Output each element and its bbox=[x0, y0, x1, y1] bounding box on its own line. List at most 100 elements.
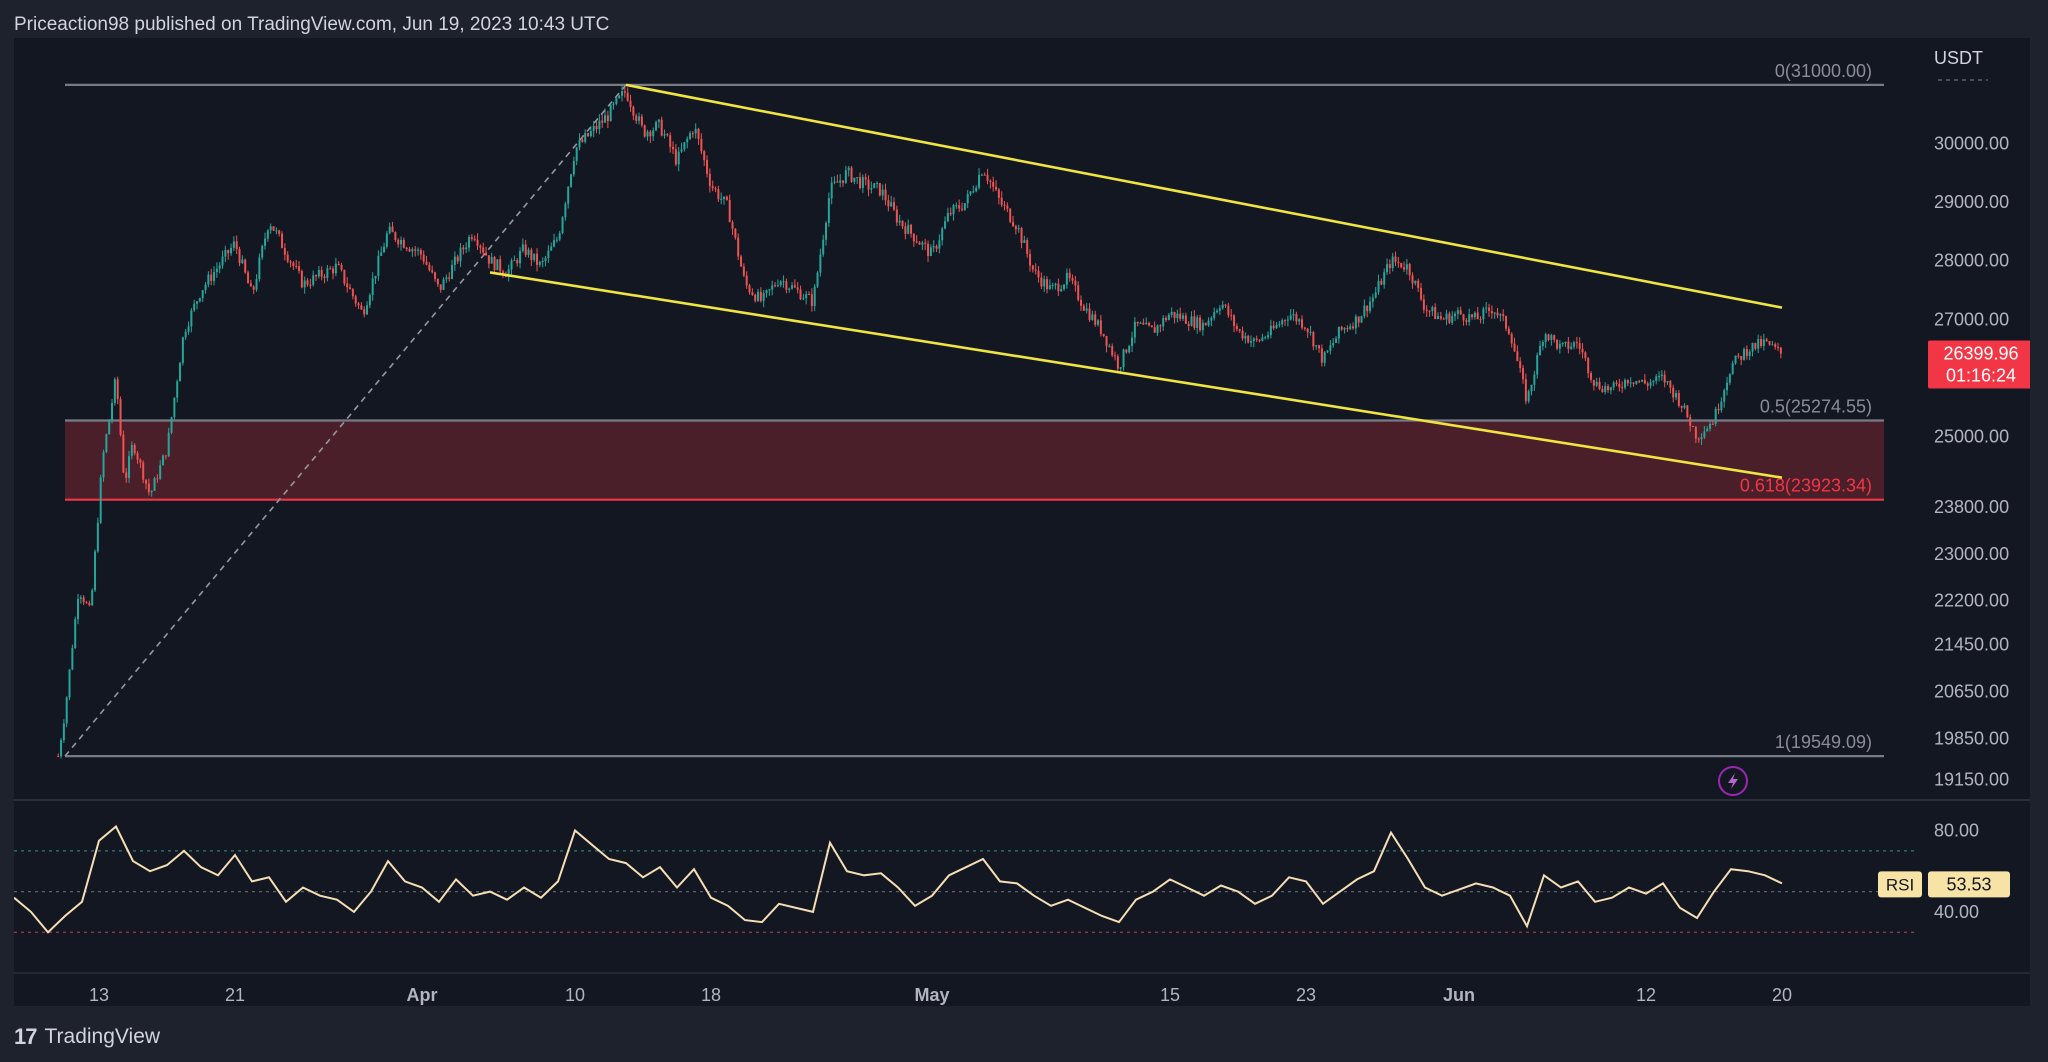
lightning-icon[interactable] bbox=[1718, 766, 1748, 796]
candle-body bbox=[133, 445, 136, 454]
candle-body bbox=[870, 188, 873, 190]
candle-body bbox=[983, 174, 986, 176]
candle-body bbox=[269, 226, 272, 231]
candle-body bbox=[295, 266, 298, 268]
candle-body bbox=[1363, 305, 1366, 317]
candle-body bbox=[142, 462, 145, 480]
candle-body bbox=[842, 180, 845, 183]
candle-body bbox=[1711, 423, 1714, 425]
chart-area[interactable]: 0(31000.00) 0.5(25274.55) 0.618(23923.34) 1… bbox=[13, 38, 2034, 1006]
candle-body bbox=[1091, 314, 1094, 320]
candle-body bbox=[196, 301, 199, 304]
candle-body bbox=[813, 286, 816, 307]
candle-body bbox=[1584, 352, 1587, 359]
candle-body bbox=[1306, 328, 1309, 333]
tradingview-logo-icon: 17 bbox=[14, 1024, 38, 1049]
candle-body bbox=[1182, 315, 1185, 319]
candle-body bbox=[315, 275, 318, 277]
candle-body bbox=[657, 119, 660, 122]
candle-body bbox=[1714, 408, 1717, 425]
candle-body bbox=[213, 272, 216, 281]
candle-body bbox=[1403, 267, 1406, 270]
candle-body bbox=[1153, 327, 1156, 333]
candle-body bbox=[723, 196, 726, 200]
candle-body bbox=[1071, 278, 1074, 281]
candle-body bbox=[830, 182, 833, 199]
chart-svg[interactable]: 0(31000.00) 0.5(25274.55) 0.618(23923.34) 1… bbox=[13, 38, 2034, 1006]
candle-body bbox=[1380, 280, 1383, 285]
candle-body bbox=[1357, 316, 1360, 323]
candle-body bbox=[612, 103, 615, 105]
candle-body bbox=[439, 284, 442, 290]
candle-body bbox=[329, 268, 332, 270]
candle-body bbox=[1777, 347, 1780, 349]
candle-body bbox=[232, 241, 235, 248]
candle-body bbox=[584, 133, 587, 142]
brand-name: TradingView bbox=[44, 1025, 161, 1048]
candle-body bbox=[527, 249, 530, 256]
rsi-name: RSI bbox=[1886, 875, 1914, 894]
candle-body bbox=[162, 455, 165, 466]
candle-body bbox=[924, 242, 927, 244]
candle-body bbox=[1170, 311, 1173, 315]
price-axis-tick: 19150.00 bbox=[1934, 769, 2009, 789]
candle-body bbox=[757, 291, 760, 301]
price-axis-tick: 22200.00 bbox=[1934, 591, 2009, 611]
candle-body bbox=[592, 125, 595, 132]
candle-body bbox=[130, 445, 133, 457]
candle-body bbox=[1133, 321, 1136, 338]
candle-body bbox=[1459, 310, 1462, 315]
candle-body bbox=[649, 131, 652, 137]
candle-body bbox=[547, 250, 550, 258]
support-zone bbox=[65, 420, 1884, 500]
footer: 17 TradingView bbox=[14, 1022, 160, 1052]
candle-body bbox=[516, 260, 519, 264]
candle-body bbox=[275, 230, 278, 232]
candle-body bbox=[850, 167, 853, 182]
candle-body bbox=[1255, 338, 1258, 340]
candle-body bbox=[1561, 343, 1564, 345]
candle-body bbox=[181, 337, 184, 363]
candle-body bbox=[306, 280, 309, 285]
candle-body bbox=[742, 266, 745, 276]
candle-body bbox=[82, 597, 85, 603]
candle-body bbox=[261, 245, 264, 258]
candle-body bbox=[1425, 309, 1428, 311]
candle-body bbox=[623, 91, 626, 93]
candle-body bbox=[700, 138, 703, 152]
candle-body bbox=[116, 379, 119, 400]
candle-body bbox=[1034, 269, 1037, 271]
candle-body bbox=[1646, 383, 1649, 386]
candle-body bbox=[247, 272, 250, 284]
candle-body bbox=[204, 284, 207, 291]
candle-body bbox=[343, 269, 346, 284]
candle-body bbox=[252, 286, 255, 290]
candle-body bbox=[380, 252, 383, 256]
candle-body bbox=[626, 92, 629, 101]
candle-body bbox=[1006, 205, 1009, 209]
candle-body bbox=[1539, 345, 1542, 356]
candle-body bbox=[227, 249, 230, 254]
candle-body bbox=[825, 222, 828, 240]
candle-body bbox=[312, 275, 315, 285]
candle-body bbox=[1473, 312, 1476, 318]
candle-body bbox=[113, 379, 116, 403]
candle-body bbox=[173, 397, 176, 418]
candle-body bbox=[791, 285, 794, 289]
candle-body bbox=[587, 133, 590, 137]
candle-body bbox=[1374, 292, 1377, 298]
candle-body bbox=[655, 121, 658, 131]
candle-body bbox=[819, 254, 822, 273]
channel-trend-line[interactable] bbox=[625, 83, 1783, 309]
candle-body bbox=[278, 230, 281, 234]
candle-body bbox=[1422, 299, 1425, 310]
candle-body bbox=[706, 160, 709, 174]
candle-body bbox=[703, 151, 706, 161]
candle-body bbox=[1139, 322, 1142, 324]
rsi-line[interactable] bbox=[13, 824, 1783, 934]
candle-body bbox=[1757, 339, 1760, 349]
candle-body bbox=[1420, 287, 1423, 300]
candle-body bbox=[1176, 313, 1179, 319]
candle-body bbox=[198, 298, 201, 302]
candle-body bbox=[553, 240, 556, 247]
